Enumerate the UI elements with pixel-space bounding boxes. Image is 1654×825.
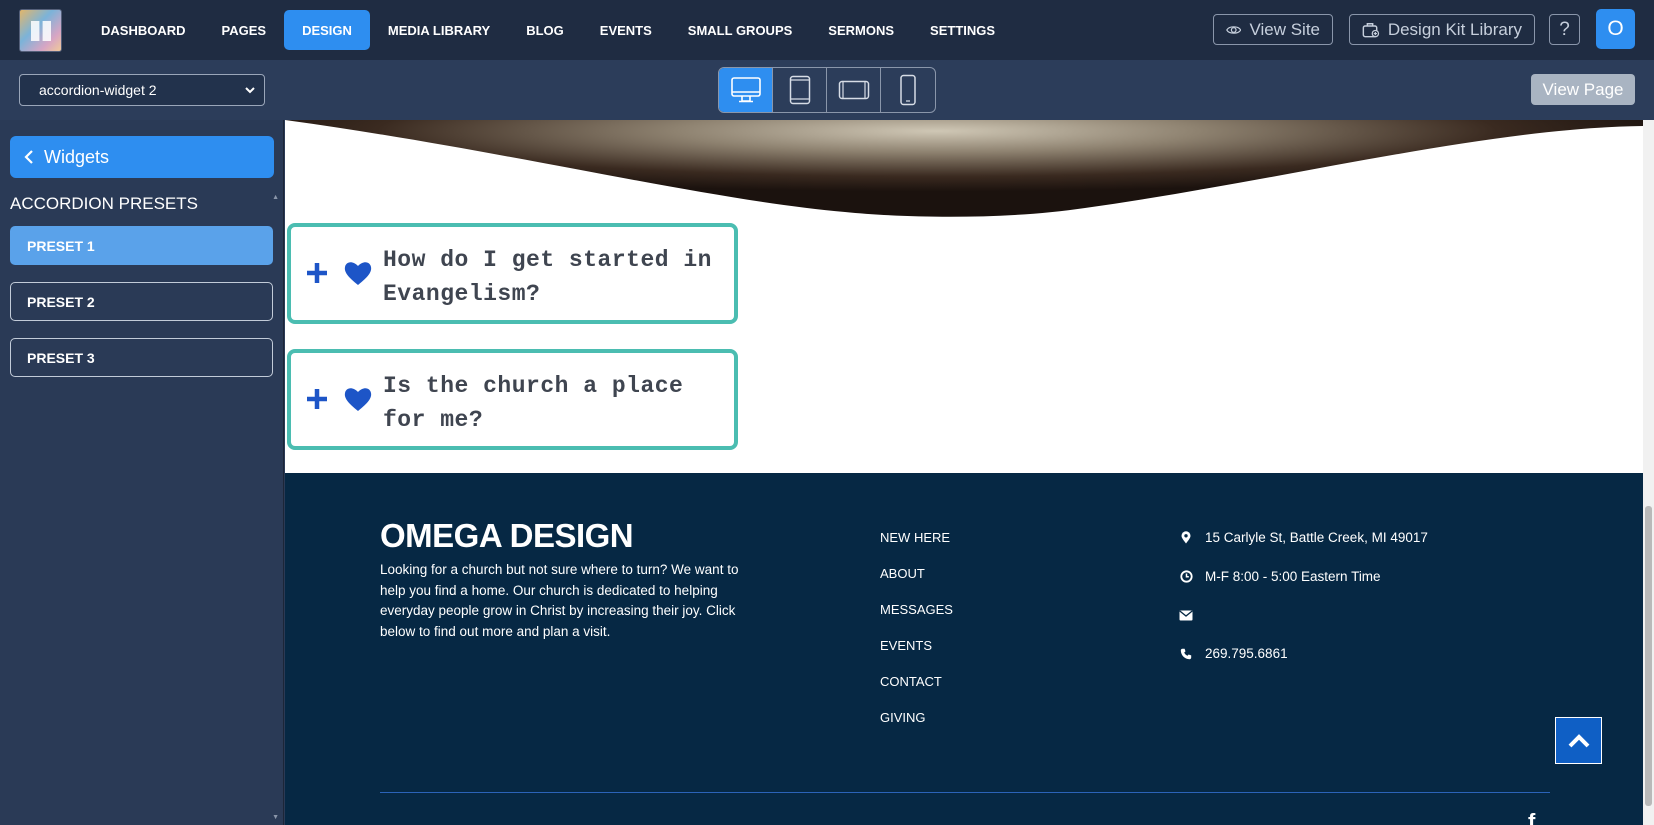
preview-scrollbar[interactable]: [1643, 120, 1654, 825]
view-site-label: View Site: [1249, 19, 1320, 39]
desktop-icon: [730, 77, 761, 103]
chevron-left-icon: [24, 150, 33, 164]
facebook-icon[interactable]: f: [1528, 809, 1535, 825]
device-desktop[interactable]: [719, 68, 773, 112]
plus-icon[interactable]: [305, 261, 329, 285]
footer-address-text: 15 Carlyle St, Battle Creek, MI 49017: [1205, 530, 1428, 545]
accordion-item[interactable]: Is the church a place for me?: [287, 349, 738, 450]
plus-icon[interactable]: [305, 387, 329, 411]
heart-icon: [344, 262, 372, 285]
footer-email[interactable]: [1179, 608, 1205, 622]
device-tablet-landscape[interactable]: [827, 68, 881, 112]
footer-hours-text: M-F 8:00 - 5:00 Eastern Time: [1205, 569, 1381, 584]
nav-design[interactable]: DESIGN: [284, 10, 370, 50]
page-select-value: accordion-widget 2: [39, 82, 157, 98]
tablet-icon: [789, 75, 810, 105]
main-nav: DASHBOARD PAGES DESIGN MEDIA LIBRARY BLO…: [83, 10, 1013, 50]
map-pin-icon: [1179, 531, 1193, 545]
hero-image-wave: [285, 120, 1643, 230]
view-site-button[interactable]: View Site: [1213, 14, 1333, 45]
footer-description: Looking for a church but not sure where …: [380, 562, 739, 639]
footer-hours: M-F 8:00 - 5:00 Eastern Time: [1179, 569, 1381, 584]
page-select-dropdown[interactable]: accordion-widget 2: [19, 74, 265, 106]
footer-link-new-here[interactable]: NEW HERE: [880, 530, 953, 566]
page-preview: How do I get started in Evangelism? Is t…: [285, 120, 1643, 825]
footer-link-about[interactable]: ABOUT: [880, 566, 953, 602]
back-to-widgets-label: Widgets: [44, 146, 110, 167]
kit-icon: [1362, 22, 1380, 37]
editor-toolbar: accordion-widget 2 View Page: [0, 60, 1654, 120]
footer-link-giving[interactable]: GIVING: [880, 710, 953, 746]
preset-1-button[interactable]: PRESET 1: [10, 226, 273, 265]
design-kit-label: Design Kit Library: [1387, 19, 1522, 39]
nav-media-library[interactable]: MEDIA LIBRARY: [370, 10, 508, 50]
footer-divider: [380, 792, 1550, 793]
nav-dashboard[interactable]: DASHBOARD: [83, 10, 204, 50]
scroll-down-arrow[interactable]: ▼: [272, 814, 279, 821]
nav-events[interactable]: EVENTS: [582, 10, 670, 50]
back-to-top-button[interactable]: [1555, 717, 1602, 764]
footer-address: 15 Carlyle St, Battle Creek, MI 49017: [1179, 530, 1428, 545]
footer-link-messages[interactable]: MESSAGES: [880, 602, 953, 638]
envelope-icon: [1179, 608, 1193, 622]
design-kit-library-button[interactable]: Design Kit Library: [1349, 14, 1535, 45]
device-mobile[interactable]: [881, 68, 935, 112]
scroll-up-arrow[interactable]: ▲: [272, 194, 279, 201]
heart-icon: [344, 388, 372, 411]
footer-brand: OMEGA DESIGN: [380, 517, 634, 554]
scrollbar-thumb[interactable]: [1645, 506, 1652, 806]
footer-phone[interactable]: 269.795.6861: [1179, 646, 1288, 661]
eye-icon: [1226, 25, 1242, 34]
help-button[interactable]: ?: [1549, 14, 1580, 45]
site-footer: OMEGA DESIGN Looking for a church but no…: [285, 473, 1643, 825]
view-page-button[interactable]: View Page: [1531, 74, 1635, 105]
phone-icon: [1179, 647, 1193, 661]
sidebar-heading: ACCORDION PRESETS: [10, 194, 198, 213]
preset-3-button[interactable]: PRESET 3: [10, 338, 273, 377]
nav-settings[interactable]: SETTINGS: [912, 10, 1013, 50]
widget-sidebar: Widgets ACCORDION PRESETS PRESET 1 PRESE…: [0, 120, 284, 825]
device-preview-switcher: [718, 67, 936, 113]
footer-links: NEW HERE ABOUT MESSAGES EVENTS CONTACT G…: [880, 530, 953, 746]
accordion-title: How do I get started in Evangelism?: [383, 247, 712, 307]
top-navigation-bar: DASHBOARD PAGES DESIGN MEDIA LIBRARY BLO…: [0, 0, 1654, 60]
back-to-widgets-button[interactable]: Widgets: [10, 136, 274, 178]
accordion-title: Is the church a place for me?: [383, 373, 684, 433]
nav-blog[interactable]: BLOG: [508, 10, 582, 50]
footer-link-events[interactable]: EVENTS: [880, 638, 953, 674]
chevron-up-icon: [1568, 733, 1589, 747]
user-avatar[interactable]: O: [1596, 9, 1635, 49]
nav-small-groups[interactable]: SMALL GROUPS: [670, 10, 811, 50]
chevron-down-icon: [245, 87, 255, 94]
app-logo[interactable]: [19, 9, 62, 52]
footer-link-contact[interactable]: CONTACT: [880, 674, 953, 710]
footer-phone-text: 269.795.6861: [1205, 646, 1288, 661]
device-tablet-portrait[interactable]: [773, 68, 827, 112]
tablet-landscape-icon: [838, 80, 869, 100]
preset-2-button[interactable]: PRESET 2: [10, 282, 273, 321]
nav-sermons[interactable]: SERMONS: [810, 10, 912, 50]
mobile-icon: [900, 74, 916, 106]
nav-pages[interactable]: PAGES: [204, 10, 285, 50]
clock-icon: [1179, 570, 1193, 584]
accordion-item[interactable]: How do I get started in Evangelism?: [287, 223, 738, 324]
